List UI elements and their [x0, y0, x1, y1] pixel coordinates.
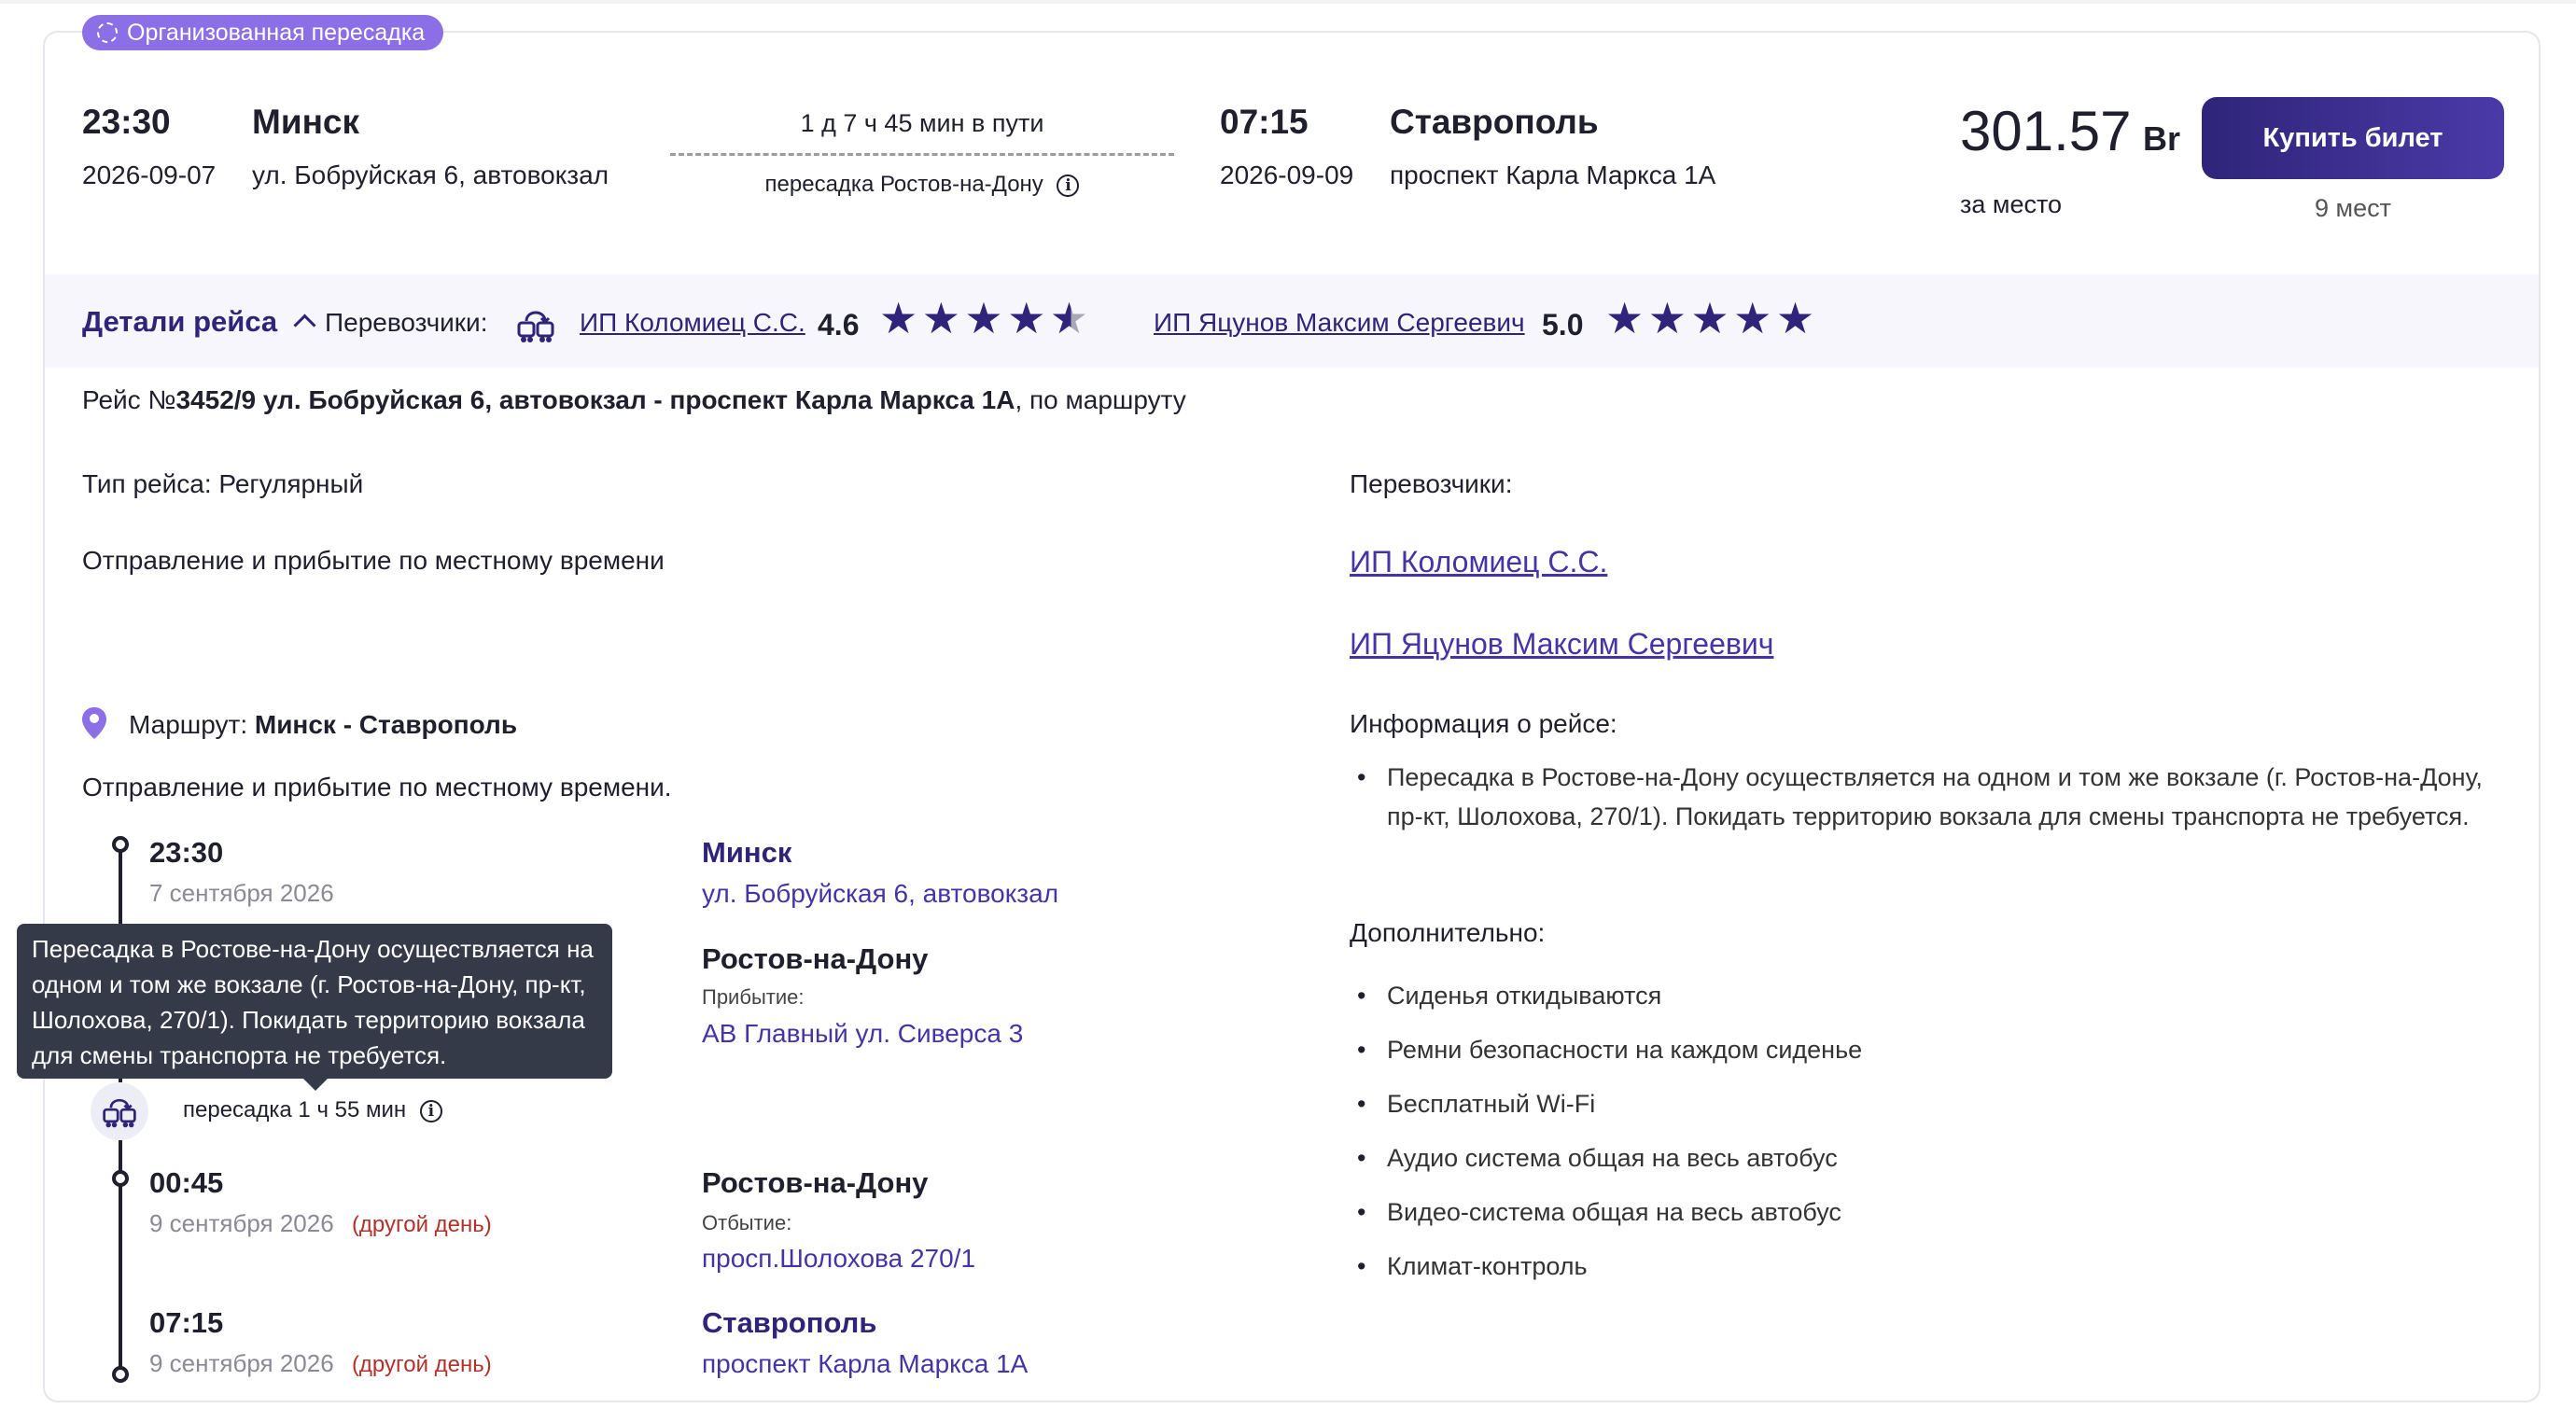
organized-transfer-badge: Организованная пересадка: [82, 15, 444, 50]
transfer-point: [91, 1082, 148, 1140]
extras-item: Климат-контроль: [1350, 1239, 1862, 1293]
transfer-summary-label: пересадка Ростов-на-Дону: [764, 172, 1043, 197]
extras-item: Видео-система общая на весь автобус: [1350, 1185, 1862, 1239]
transfer-tooltip: Пересадка в Ростове-на-Дону осуществляет…: [17, 924, 612, 1079]
stop3-city: Ростов-на-Дону: [702, 1166, 929, 1199]
star-half-icon: ★: [1049, 294, 1089, 342]
stop4-address[interactable]: проспект Карла Маркса 1А: [702, 1349, 1028, 1379]
price: 301.57 Br: [1960, 99, 2180, 163]
stop4-time: 07:15: [149, 1306, 224, 1339]
route-line-bold: 3452/9 ул. Бобруйская 6, автовокзал - пр…: [175, 385, 1015, 414]
right-carriers-label: Перевозчики:: [1350, 469, 1513, 498]
star-icon: ★: [1775, 294, 1815, 342]
tooltip-arrow: [302, 1078, 329, 1091]
info-icon[interactable]: i: [419, 1099, 442, 1122]
top-divider: [0, 0, 2576, 4]
local-time-note-2: Отправление и прибытие по местному време…: [82, 773, 672, 802]
departure-city: Минск: [252, 103, 360, 141]
timeline-stop-dot: [112, 836, 129, 853]
details-toggle-label: Детали рейса: [82, 305, 278, 338]
stop3-address[interactable]: просп.Шолохова 270/1: [702, 1244, 975, 1274]
stop2-city: Ростов-на-Дону: [702, 942, 929, 975]
stop4-other-day: (другой день): [351, 1352, 492, 1377]
route-dashed-line: [670, 153, 1174, 156]
star-icon: ★: [1007, 294, 1046, 342]
stop3-label: Отбытие:: [702, 1211, 792, 1234]
carrier-stars-2: ★ ★ ★ ★ ★: [1605, 297, 1814, 340]
arrival-date: 2026-09-09: [1220, 160, 1354, 189]
route-line-prefix: Рейс №: [82, 385, 176, 414]
stop1-time: 23:30: [149, 836, 224, 869]
stop3-date-row: 9 сентября 2026 (другой день): [149, 1209, 492, 1238]
right-carrier-link-1[interactable]: ИП Коломиец С.С.: [1350, 545, 1607, 579]
carrier-stars-1: ★ ★ ★ ★ ★: [879, 297, 1088, 340]
price-currency: Br: [2142, 119, 2180, 158]
stop2-address[interactable]: АВ Главный ул. Сиверса 3: [702, 1019, 1023, 1049]
stop1-city: Минск: [702, 836, 792, 869]
chevron-up-icon: [293, 314, 316, 337]
stop3-date: 9 сентября 2026: [149, 1209, 334, 1237]
stop3-time: 00:45: [149, 1166, 224, 1199]
details-toggle[interactable]: Детали рейса: [82, 305, 316, 339]
buy-ticket-button[interactable]: Купить билет: [2202, 97, 2504, 179]
extras-item: Аудио система общая на весь автобус: [1350, 1131, 1862, 1185]
star-icon: ★: [1605, 294, 1645, 342]
star-icon: ★: [1733, 294, 1772, 342]
arrival-address: проспект Карла Маркса 1А: [1390, 160, 1716, 189]
carriers-label: Перевозчики:: [325, 308, 488, 337]
carrier-link-2[interactable]: ИП Яцунов Максим Сергеевич: [1154, 308, 1525, 338]
extras-label: Дополнительно:: [1350, 918, 1546, 947]
route-value: Минск - Ставрополь: [254, 710, 518, 739]
duration: 1 д 7 ч 45 мин в пути: [789, 109, 1056, 137]
arrival-city: Ставрополь: [1390, 103, 1599, 141]
carrier-link-1[interactable]: ИП Коломиец С.С.: [580, 308, 805, 338]
bus-transfer-icon: [103, 1098, 136, 1128]
extras-item: Ремни безопасности на каждом сиденье: [1350, 1023, 1862, 1077]
departure-address: ул. Бобруйская 6, автовокзал: [252, 160, 609, 189]
stop4-date: 9 сентября 2026: [149, 1349, 334, 1377]
dashed-circle-icon: [97, 22, 118, 43]
bus-transfer-icon: [517, 311, 554, 342]
trip-type: Тип рейса: Регулярный: [82, 469, 364, 498]
seats-available: 9 мест: [2315, 194, 2391, 222]
price-note: за место: [1960, 190, 2063, 218]
location-pin-icon: [82, 707, 106, 739]
departure-time: 23:30: [82, 103, 171, 141]
trip-info-label: Информация о рейсе:: [1350, 709, 1617, 738]
route-line-suffix: , по маршруту: [1015, 385, 1186, 414]
stop4-date-row: 9 сентября 2026 (другой день): [149, 1349, 492, 1378]
star-icon: ★: [964, 294, 1003, 342]
transfer-duration-label: пересадка 1 ч 55 мин: [183, 1097, 407, 1122]
stop2-label: Прибытие:: [702, 985, 805, 1009]
info-icon[interactable]: i: [1057, 174, 1080, 197]
timeline-stop-dot: [112, 1366, 129, 1383]
star-icon: ★: [1647, 294, 1687, 342]
star-icon: ★: [879, 294, 918, 342]
transfer-duration: пересадка 1 ч 55 мин i: [183, 1097, 442, 1123]
departure-date: 2026-09-07: [82, 160, 217, 189]
extras-item: Бесплатный Wi-Fi: [1350, 1077, 1862, 1131]
star-icon: ★: [921, 294, 960, 342]
star-icon: ★: [1690, 294, 1729, 342]
stop3-other-day: (другой день): [351, 1212, 492, 1237]
trip-info-item: Пересадка в Ростове-на-Дону осуществляет…: [1350, 758, 2488, 836]
stop1-address[interactable]: ул. Бобруйская 6, автовокзал: [702, 879, 1058, 909]
local-time-note: Отправление и прибытие по местному време…: [82, 546, 665, 575]
transfer-summary: пересадка Ростов-на-Дону i: [670, 172, 1174, 198]
trip-info-list: Пересадка в Ростове-на-Дону осуществляет…: [1350, 758, 2488, 836]
carrier-rating-2: 5.0: [1542, 308, 1584, 342]
route-line: Рейс №3452/9 ул. Бобруйская 6, автовокза…: [82, 385, 1186, 415]
right-carrier-link-2[interactable]: ИП Яцунов Максим Сергеевич: [1350, 627, 1773, 662]
timeline-stop-dot: [112, 1170, 129, 1187]
arrival-time: 07:15: [1220, 103, 1309, 141]
route-summary: Маршрут: Минск - Ставрополь: [129, 710, 517, 740]
stop4-city: Ставрополь: [702, 1306, 877, 1339]
route-label: Маршрут:: [129, 710, 255, 739]
extras-item: Сиденья откидываются: [1350, 969, 1862, 1023]
carrier-rating-1: 4.6: [818, 308, 860, 342]
stop1-date: 7 сентября 2026: [149, 879, 334, 907]
badge-label: Организованная пересадка: [127, 19, 426, 46]
price-value: 301.57: [1960, 100, 2132, 162]
extras-list: Сиденья откидываются Ремни безопасности …: [1350, 969, 1862, 1293]
